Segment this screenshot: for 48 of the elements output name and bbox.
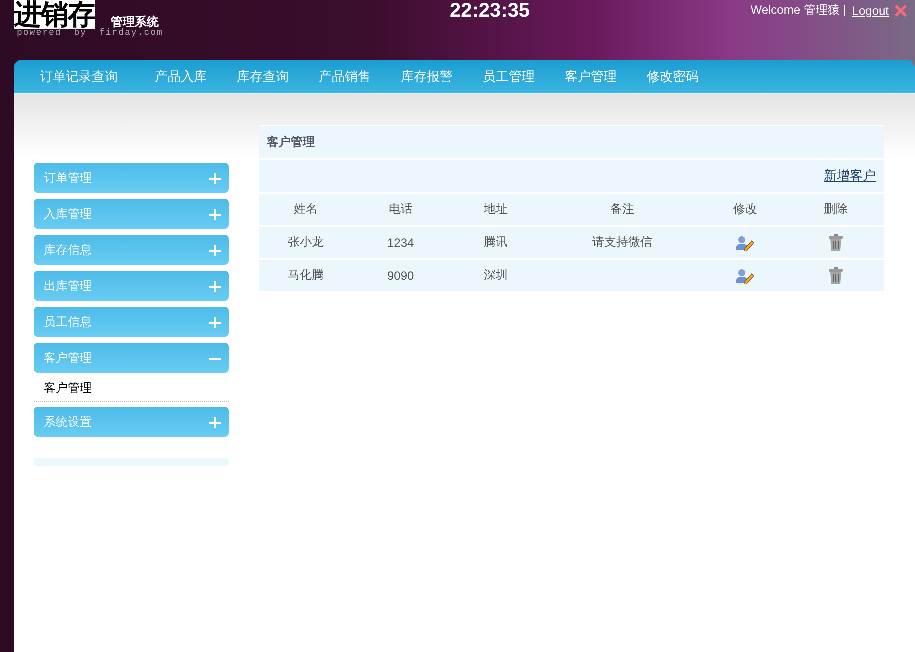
- logo-text: 进销存: [14, 0, 95, 29]
- plus-icon[interactable]: [209, 172, 221, 184]
- user-edit-icon[interactable]: [736, 234, 754, 250]
- sidebar-item[interactable]: 订单管理: [34, 163, 229, 193]
- nav-link[interactable]: 客户管理: [550, 60, 632, 93]
- user-edit-icon[interactable]: [736, 268, 754, 284]
- nav-link[interactable]: 订单记录查询: [26, 60, 140, 93]
- nav-link[interactable]: 库存报警: [386, 60, 468, 93]
- table-cell: 深圳: [484, 268, 508, 282]
- nav-link[interactable]: 产品销售: [304, 60, 386, 93]
- powered-by-text: powered by firday.com: [17, 28, 164, 38]
- sidebar-item[interactable]: 出库管理: [34, 271, 229, 301]
- nav-link[interactable]: 产品入库: [140, 60, 222, 93]
- table-cell: 1234: [387, 236, 414, 250]
- plus-icon[interactable]: [209, 208, 221, 220]
- sidebar-item[interactable]: 库存信息: [34, 235, 229, 265]
- sidebar-item[interactable]: 系统设置: [34, 407, 229, 437]
- column-header: 修改: [702, 194, 788, 225]
- table-cell: 张小龙: [288, 235, 324, 249]
- close-icon[interactable]: [895, 4, 907, 16]
- table-cell: 腾讯: [484, 235, 508, 249]
- table-cell: 请支持微信: [592, 235, 653, 249]
- column-header: 姓名: [259, 194, 353, 225]
- submenu-item[interactable]: 客户管理: [34, 376, 229, 402]
- plus-icon[interactable]: [209, 244, 221, 256]
- logo-subtitle: 管理系统: [111, 14, 159, 29]
- sidebar-item[interactable]: 员工信息: [34, 307, 229, 337]
- column-header: 删除: [788, 194, 884, 225]
- plus-icon[interactable]: [209, 416, 221, 428]
- nav-link[interactable]: 修改密码: [632, 60, 714, 93]
- clock: 22:23:35: [450, 0, 530, 22]
- welcome-text: Welcome 管理猿 |: [750, 2, 846, 19]
- trash-icon[interactable]: [828, 267, 843, 284]
- sidebar-item[interactable]: 入库管理: [34, 199, 229, 229]
- table-cell: 马化腾: [288, 268, 324, 282]
- plus-icon[interactable]: [209, 280, 221, 292]
- logout-link[interactable]: Logout: [852, 4, 889, 18]
- plus-icon[interactable]: [209, 316, 221, 328]
- sidebar-item[interactable]: 客户管理: [34, 343, 229, 373]
- nav-link[interactable]: 员工管理: [468, 60, 550, 93]
- add-customer-link[interactable]: 新增客户: [824, 167, 876, 185]
- column-header: 地址: [448, 194, 543, 225]
- column-header: 备注: [542, 194, 703, 225]
- panel-title: 客户管理: [259, 125, 884, 158]
- trash-icon[interactable]: [828, 234, 843, 251]
- nav-link[interactable]: 库存查询: [222, 60, 304, 93]
- table-cell: 9090: [387, 268, 414, 282]
- column-header: 电话: [352, 194, 449, 225]
